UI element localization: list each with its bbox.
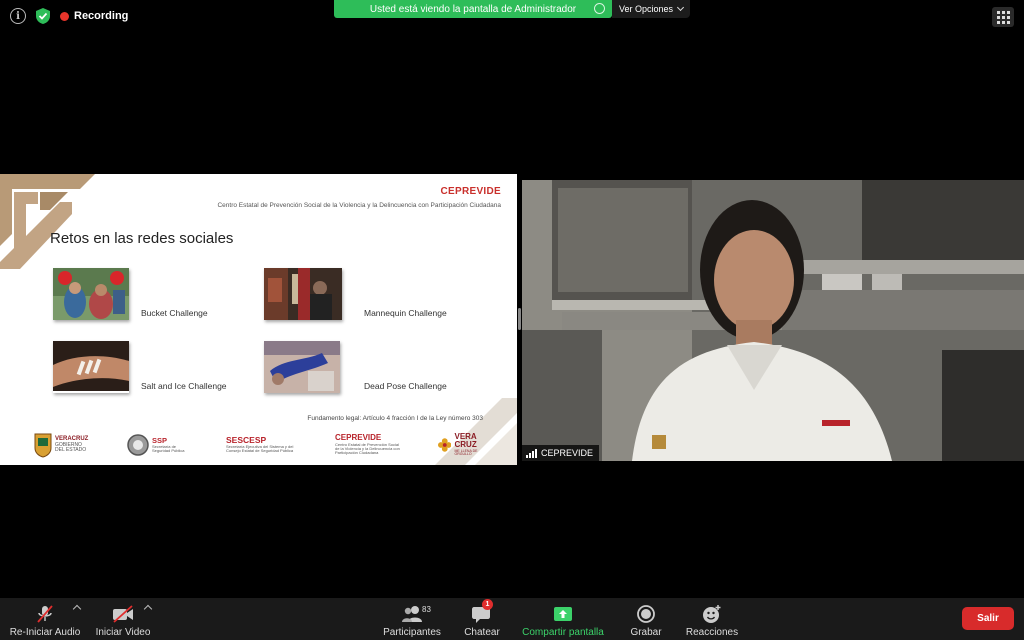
challenge-label: Mannequin Challenge [364,308,447,318]
veracruz-pride-logo: VERA CRUZ ME LLENA DE ORGULLO [438,430,494,460]
ceprevide-logo-subtitle: Participación Ciudadana [335,450,379,456]
veracruz-gov-line: DEL ESTADO [55,447,87,454]
shield-check-icon[interactable] [36,8,50,24]
ssp-badge-icon [127,434,149,456]
ssp-subtitle: Seguridad Pública [152,447,185,453]
challenge-label: Salt and Ice Challenge [141,381,227,391]
share-screen-label: Compartir pantalla [522,627,604,638]
legal-basis-text: Fundamento legal: Artículo 4 fracción I … [307,415,483,422]
emoji-reaction-icon [703,605,721,623]
salt-and-ice-challenge-image [53,341,129,393]
participants-icon [402,606,422,622]
share-screen-icon [554,607,572,621]
share-status-icon [594,3,605,14]
audio-label: Re-Iniciar Audio [9,627,81,638]
ssp-logo: SSP Secretaría de Seguridad Pública [127,430,184,460]
meeting-toolbar: Re-Iniciar Audio Iniciar Video 83 Partic… [0,598,1024,640]
reactions-button[interactable]: Reacciones [684,600,740,638]
participant-video-tile[interactable]: CEPREVIDE [522,180,1024,461]
sponsor-logos: VERACRUZ GOBIERNO DEL ESTADO SSP Secreta… [34,430,494,460]
panel-resize-handle[interactable] [518,308,521,330]
record-label: Grabar [630,627,662,638]
ceprevide-brand: CEPREVIDE [440,186,501,197]
slide-title: Retos en las redes sociales [50,230,234,247]
sescesp-subtitle: Consejo Estatal de Seguridad Pública [226,448,294,454]
info-icon[interactable]: i [10,8,26,24]
dead-pose-challenge-image [264,341,340,393]
start-video-button[interactable]: Iniciar Video [94,600,152,638]
record-button[interactable]: Grabar [626,600,666,638]
participants-label: Participantes [383,627,441,638]
mannequin-challenge-image [264,268,342,320]
chat-unread-badge: 1 [482,599,493,610]
reactions-label: Reacciones [685,627,739,638]
camera-off-icon [113,605,133,623]
flower-icon [438,438,452,452]
recording-indicator[interactable]: Recording [60,10,128,22]
chat-button[interactable]: 1 Chatear [460,599,504,638]
view-options-label: Ver Opciones [618,4,674,14]
chat-label: Chatear [464,627,500,638]
record-icon [637,605,655,623]
participant-name-tag: CEPREVIDE [522,445,600,461]
chevron-down-icon [676,3,685,12]
leave-meeting-button[interactable]: Salir [962,607,1014,630]
sescesp-logo: SESCESP Secretaría Ejecutiva del Sistema… [226,430,293,460]
participant-video-feed [522,180,1024,461]
veracruz-government-logo: VERACRUZ GOBIERNO DEL ESTADO [34,430,88,460]
decorative-pattern-top-left [0,174,100,269]
veracruz-slogan: ME LLENA DE ORGULLO [454,448,478,457]
gallery-view-icon[interactable] [992,7,1014,27]
recording-label: Recording [74,10,129,22]
screen-share-banner: Usted está viendo la pantalla de Adminis… [334,0,612,18]
view-options-button[interactable]: Ver Opciones [612,0,690,18]
share-screen-button[interactable]: Compartir pantalla [518,600,608,638]
video-label: Iniciar Video [95,627,151,638]
challenge-label: Bucket Challenge [141,308,208,318]
participants-count: 83 [422,605,431,614]
signal-strength-icon [526,448,537,458]
ceprevide-subtitle: Centro Estatal de Prevención Social de l… [217,202,501,209]
shared-screen-slide: CEPREVIDE Centro Estatal de Prevención S… [0,174,517,465]
rejoin-audio-button[interactable]: Re-Iniciar Audio [8,600,82,638]
share-banner-text: Usted está viendo la pantalla de Adminis… [369,3,577,15]
zoom-meeting-window: i Recording Usted está viendo la pantall… [0,0,1024,640]
ceprevide-logo: CEPREVIDE Centro Estatal de Prevención S… [335,430,400,460]
veracruz-shield-icon [34,433,52,458]
recording-dot-icon [60,11,69,21]
participant-name: CEPREVIDE [541,448,594,458]
bucket-challenge-image [53,268,129,320]
meeting-status-bar: i Recording [10,8,128,24]
challenge-label: Dead Pose Challenge [364,381,447,391]
participants-button[interactable]: 83 Participantes [380,600,444,638]
microphone-muted-icon [37,605,53,623]
